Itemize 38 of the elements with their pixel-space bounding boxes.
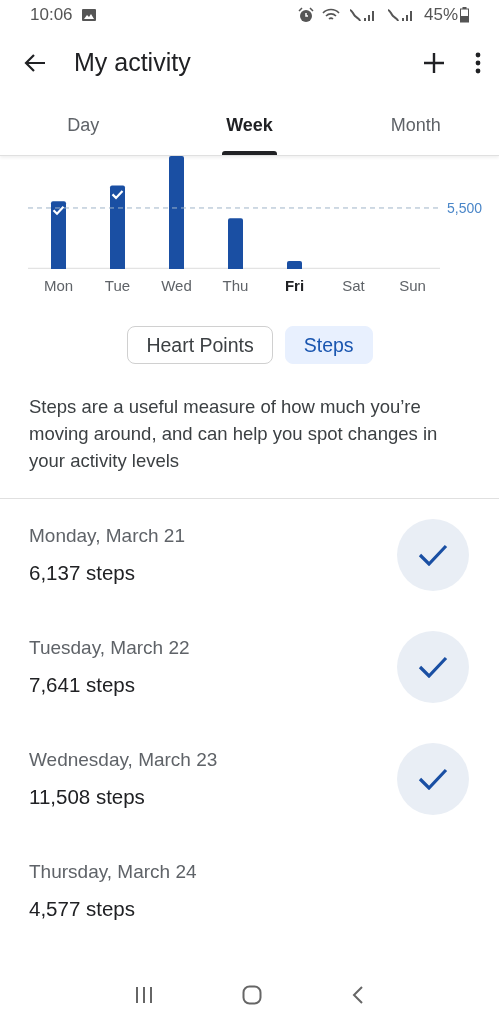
image-icon xyxy=(80,8,97,22)
battery-percent: 45% xyxy=(423,5,458,25)
goal-label: 5,500 xyxy=(447,200,483,216)
recent-apps-icon xyxy=(134,986,153,1004)
day-date: Monday, March 21 xyxy=(29,525,186,547)
day-label: Sat xyxy=(341,277,366,294)
step-count: 6,137 steps xyxy=(29,561,136,585)
page-title: My activity xyxy=(74,48,192,77)
day-label: Thu xyxy=(221,277,250,294)
tab[interactable]: Day xyxy=(63,95,104,155)
metric-chip[interactable]: Heart Points xyxy=(127,326,273,364)
day-label: Fri xyxy=(283,277,306,294)
battery-icon xyxy=(460,7,469,23)
tab[interactable]: Month xyxy=(386,95,445,155)
step-count: 11,508 steps xyxy=(29,785,146,809)
bar xyxy=(51,201,66,269)
day-date: Wednesday, March 23 xyxy=(29,749,219,771)
plus-icon xyxy=(423,51,445,74)
more-icon xyxy=(475,51,481,74)
bar xyxy=(287,261,302,269)
bar xyxy=(228,218,243,269)
metric-chip[interactable]: Steps xyxy=(284,326,373,364)
step-count: 7,641 steps xyxy=(29,673,136,697)
back-arrow-icon xyxy=(24,52,46,73)
back-chevron-icon xyxy=(352,985,365,1005)
day-label: Mon xyxy=(42,277,75,294)
day-date: Thursday, March 24 xyxy=(29,861,198,883)
day-date: Tuesday, March 22 xyxy=(29,637,191,659)
step-count: 4,577 steps xyxy=(29,897,136,921)
day-label: Tue xyxy=(103,277,132,294)
description-text: Steps are a useful measure of how much you’re moving around, and can help you spot changes in your activity levels xyxy=(29,395,439,473)
tab[interactable]: Week xyxy=(222,95,277,155)
clock-time: 10:06 xyxy=(30,5,73,25)
alarm-icon xyxy=(297,7,314,23)
day-label: Sun xyxy=(398,277,427,294)
day-label: Wed xyxy=(160,277,193,294)
wifi-icon xyxy=(321,7,340,23)
home-icon xyxy=(242,985,263,1005)
